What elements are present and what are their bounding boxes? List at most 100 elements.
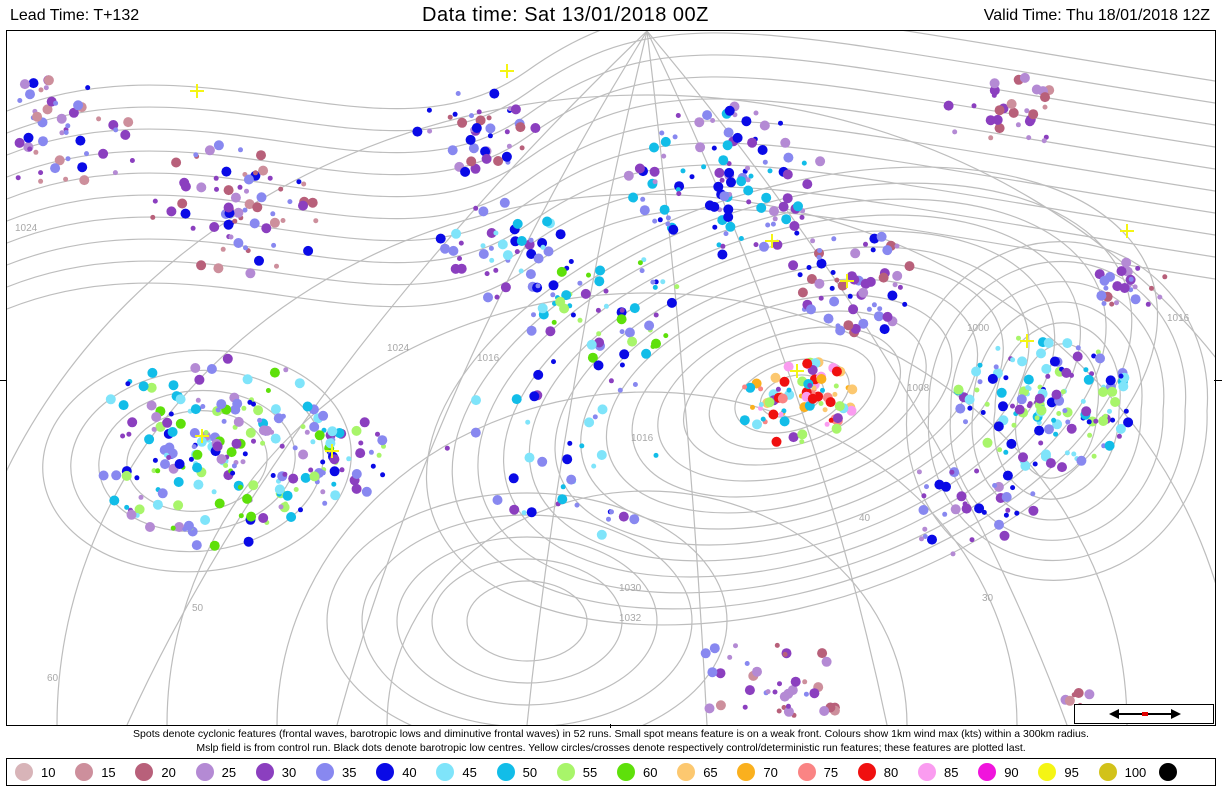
cyclone-spot bbox=[524, 452, 535, 463]
cyclone-spot bbox=[1032, 461, 1038, 467]
cyclone-spot bbox=[193, 479, 204, 490]
cyclone-spot bbox=[1010, 357, 1016, 363]
cyclone-spot bbox=[216, 399, 227, 410]
cyclone-spot bbox=[168, 380, 179, 391]
legend-label: 30 bbox=[281, 765, 297, 780]
cyclone-spot bbox=[665, 221, 671, 227]
cyclone-spot bbox=[1041, 138, 1047, 144]
cyclone-spot bbox=[577, 317, 583, 323]
cyclone-spot bbox=[162, 417, 173, 428]
cyclone-spot bbox=[617, 387, 623, 393]
cyclone-spot bbox=[177, 198, 188, 209]
cyclone-spot bbox=[351, 483, 362, 494]
cyclone-spot bbox=[704, 703, 715, 714]
cyclone-spot bbox=[190, 404, 201, 415]
cyclone-spot bbox=[123, 117, 134, 128]
cyclone-spot bbox=[1162, 274, 1168, 280]
cyclone-spot bbox=[835, 323, 841, 329]
cyclone-spot bbox=[509, 504, 520, 515]
cyclone-spot bbox=[358, 440, 364, 446]
cyclone-spot bbox=[849, 274, 860, 285]
cyclone-spot bbox=[118, 400, 129, 411]
cyclone-spot bbox=[710, 118, 716, 123]
cyclone-spot bbox=[223, 185, 234, 196]
legend-label: 25 bbox=[221, 765, 237, 780]
caption-line-1: Spots denote cyclonic features (frontal … bbox=[133, 728, 1089, 740]
cyclone-spot bbox=[192, 462, 203, 473]
cyclone-spot bbox=[765, 222, 771, 228]
cyclone-spot bbox=[829, 285, 835, 291]
cyclone-spot bbox=[288, 473, 299, 484]
cyclone-spot bbox=[476, 109, 482, 115]
cyclone-spot bbox=[606, 516, 611, 522]
cyclone-spot bbox=[512, 218, 523, 229]
legend-label: 95 bbox=[1064, 765, 1079, 780]
cyclone-spot bbox=[144, 434, 155, 445]
cyclone-spot bbox=[1036, 348, 1046, 359]
cyclone-spot bbox=[756, 202, 767, 213]
cyclone-spot bbox=[146, 400, 157, 411]
cyclone-spot bbox=[1043, 338, 1054, 348]
legend-label: 20 bbox=[161, 765, 176, 780]
cyclone-spot bbox=[271, 242, 277, 248]
cyclone-spot bbox=[138, 381, 149, 392]
cyclone-spot bbox=[270, 404, 281, 415]
isobar-label: 1030 bbox=[619, 583, 642, 594]
legend-swatch bbox=[1098, 763, 1117, 781]
cyclone-spot bbox=[465, 134, 476, 145]
cyclone-spot bbox=[492, 495, 503, 505]
cyclone-spot bbox=[746, 199, 752, 205]
cyclone-spot bbox=[992, 114, 1003, 125]
cyclone-spot bbox=[789, 221, 800, 231]
cyclone-spot bbox=[1128, 276, 1134, 282]
legend-swatch bbox=[75, 763, 94, 781]
cyclone-spot bbox=[243, 174, 254, 185]
cyclone-spot bbox=[1081, 406, 1092, 417]
cyclone-spot bbox=[243, 536, 254, 547]
cyclone-spot bbox=[528, 237, 534, 243]
cyclone-spot bbox=[1102, 413, 1108, 419]
cyclone-spot bbox=[550, 292, 556, 298]
header-bar: Lead Time: T+132 Data time: Sat 13/01/20… bbox=[0, 0, 1222, 30]
cyclone-spot bbox=[644, 320, 655, 331]
cyclone-spot bbox=[831, 366, 842, 377]
legend-swatch bbox=[737, 763, 756, 781]
legend-swatch bbox=[978, 763, 997, 781]
legend-label: 35 bbox=[342, 765, 357, 780]
cyclone-spot bbox=[892, 282, 898, 288]
cyclone-spot bbox=[991, 92, 997, 98]
cyclone-spot bbox=[650, 279, 656, 285]
cyclone-spot bbox=[562, 454, 573, 465]
cyclone-spot bbox=[882, 245, 893, 256]
cyclone-spot bbox=[742, 384, 748, 390]
cyclone-spot bbox=[988, 135, 994, 141]
legend-swatch bbox=[857, 763, 876, 781]
cyclone-spot bbox=[542, 216, 553, 227]
cyclone-spot bbox=[942, 511, 948, 517]
cyclone-spot bbox=[206, 364, 217, 374]
legend-swatch bbox=[316, 763, 334, 781]
cyclone-spot bbox=[1109, 301, 1115, 307]
cyclone-spot bbox=[253, 170, 258, 176]
cyclone-spot bbox=[1008, 107, 1019, 118]
isobar-label: 1008 bbox=[907, 383, 930, 394]
legend-swatch bbox=[797, 763, 816, 781]
isobar-label: 30 bbox=[982, 593, 994, 604]
cyclone-spot bbox=[525, 269, 536, 280]
cyclone-spot bbox=[815, 156, 826, 167]
cyclone-spot bbox=[825, 397, 836, 408]
cyclone-spot bbox=[774, 642, 780, 648]
cyclone-spot bbox=[521, 510, 527, 516]
cyclone-spot bbox=[1040, 92, 1050, 103]
cyclone-spot bbox=[180, 208, 191, 219]
legend-swatch bbox=[436, 763, 455, 781]
cyclone-spot bbox=[232, 398, 243, 409]
cyclone-spot bbox=[493, 156, 504, 166]
cyclone-spot bbox=[508, 473, 519, 484]
cyclone-spot bbox=[781, 214, 792, 225]
cyclone-spot bbox=[1053, 431, 1059, 437]
isobar-label: 1016 bbox=[1167, 313, 1190, 324]
cyclone-spot bbox=[989, 78, 1000, 89]
cyclone-spot bbox=[448, 245, 459, 256]
cyclone-spot bbox=[258, 165, 269, 176]
